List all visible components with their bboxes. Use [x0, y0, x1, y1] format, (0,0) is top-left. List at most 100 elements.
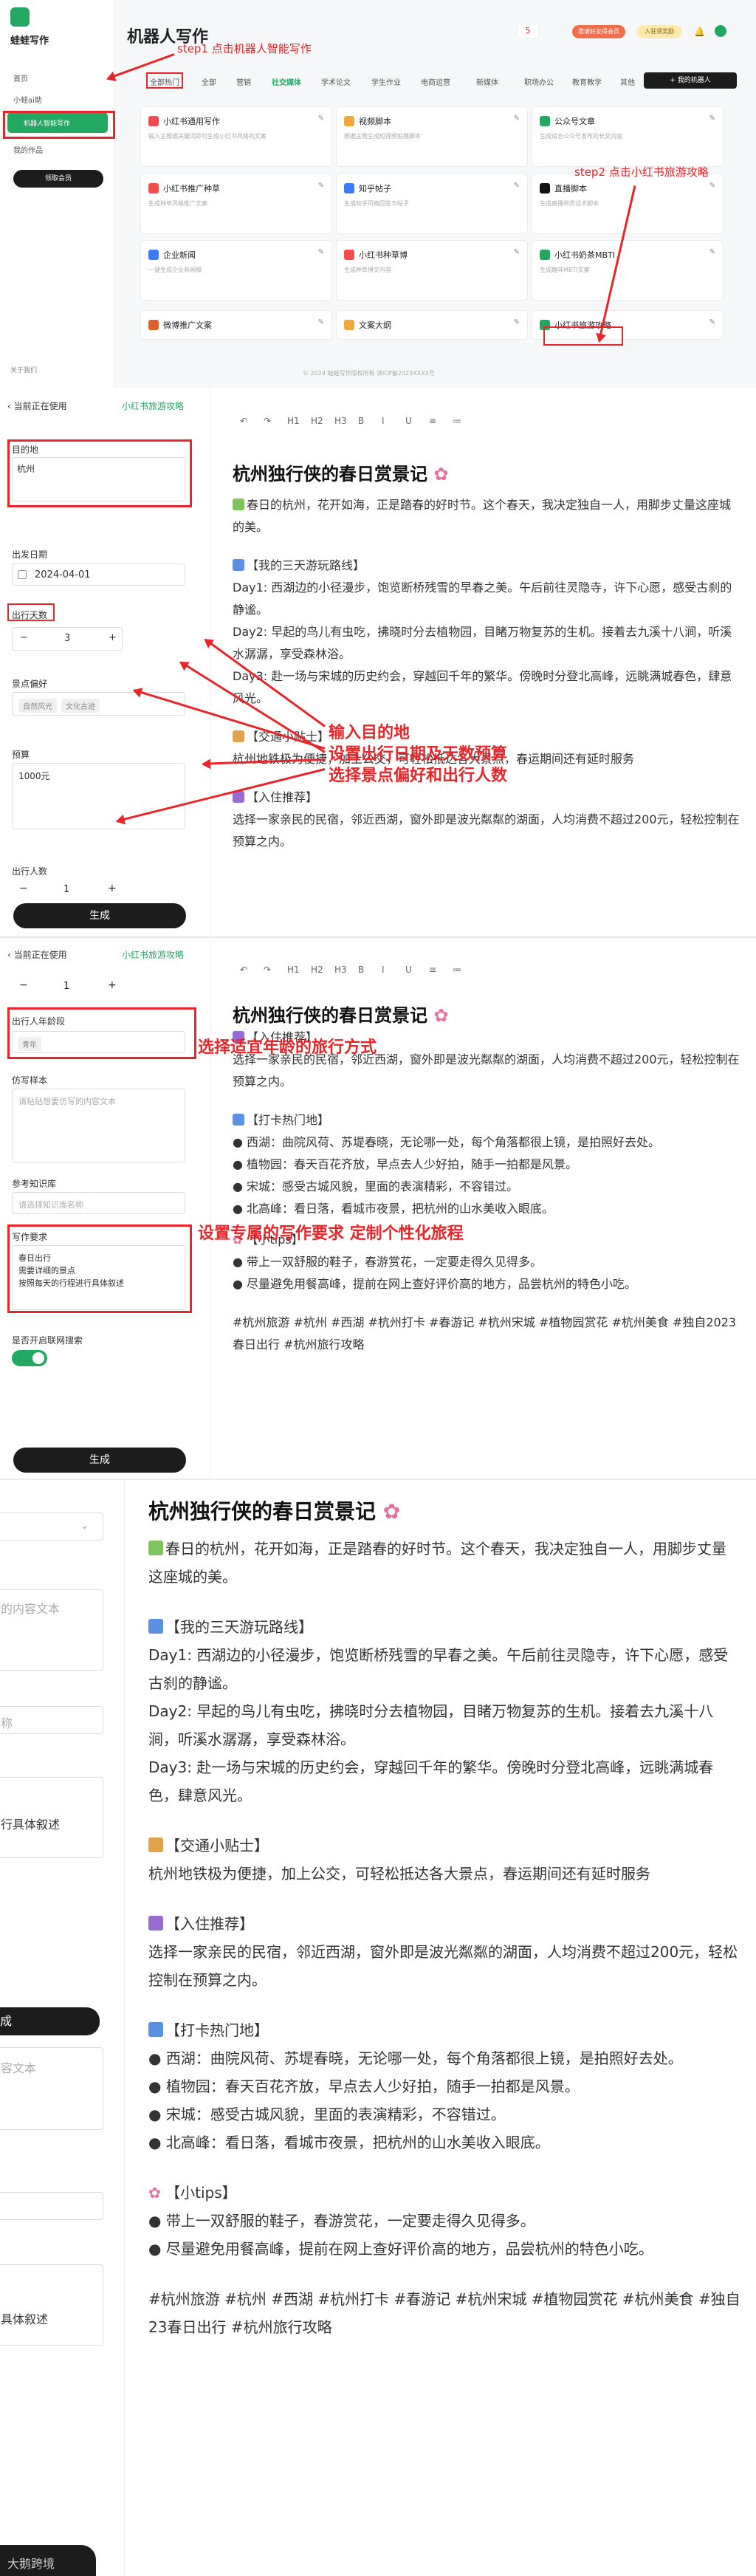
tab-1[interactable]: 全部: [202, 76, 216, 87]
tab-7[interactable]: 新媒体: [476, 76, 498, 87]
tab-2[interactable]: 营销: [236, 76, 251, 87]
toolbar-button[interactable]: ↶: [240, 416, 247, 426]
sidebar-item-works[interactable]: 我的作品: [13, 144, 43, 155]
toolbar-button[interactable]: H3: [334, 965, 347, 975]
pref-tag[interactable]: 自然风光: [18, 699, 57, 713]
about-link[interactable]: 关于我们: [10, 365, 37, 374]
date-field[interactable]: 2024-04-01: [12, 564, 185, 586]
edit-icon[interactable]: ✎: [318, 318, 324, 326]
toolbar-button[interactable]: U: [405, 416, 412, 426]
pref-tag[interactable]: 文化古迹: [61, 699, 100, 713]
toolbar-button[interactable]: B: [358, 416, 364, 426]
toolbar-button[interactable]: ≡: [429, 416, 436, 426]
minus-icon[interactable]: −: [19, 979, 28, 991]
back-link[interactable]: ‹ 当前正在使用: [7, 400, 67, 412]
spot-item: ● 西湖：曲院风荷、苏堤春晓，无论哪一处，每个角落都很上镜，是拍照好去处。: [233, 1135, 661, 1149]
avatar[interactable]: [715, 25, 726, 37]
sidebar-item-home[interactable]: 首页: [13, 72, 28, 83]
toolbar-button[interactable]: B: [358, 965, 364, 975]
card-icon: [148, 116, 159, 126]
sidebar-item-assistant[interactable]: 小蛙ai助: [13, 94, 42, 105]
toolbar-button[interactable]: H1: [287, 965, 300, 975]
toolbar-button[interactable]: ≔: [453, 416, 461, 426]
generate-button[interactable]: 生成: [13, 1448, 186, 1473]
tab-9[interactable]: 教育教学: [572, 76, 602, 87]
edit-icon[interactable]: ✎: [318, 248, 324, 256]
budget-field[interactable]: 1000元: [12, 763, 185, 829]
toolbar-button[interactable]: I: [382, 965, 385, 975]
toolbar-button[interactable]: U: [405, 965, 412, 975]
req-field[interactable]: 具体叙述: [0, 2264, 103, 2346]
kb-select[interactable]: 称: [0, 1706, 103, 1734]
upgrade-button[interactable]: 领取会员: [13, 170, 103, 188]
sample-field[interactable]: 请粘贴想要仿写的内容文本: [12, 1089, 185, 1162]
edit-icon[interactable]: ✎: [709, 182, 715, 190]
toolbar-button[interactable]: H2: [311, 965, 323, 975]
tab-6[interactable]: 电商运营: [421, 76, 450, 87]
toolbar-button[interactable]: H1: [287, 416, 300, 426]
people-stepper[interactable]: − 1 +: [12, 881, 123, 899]
generate-button[interactable]: 成: [0, 2007, 100, 2035]
watermark: 大鹅跨境: [7, 2557, 55, 2571]
new-robot-button[interactable]: + 我的机器人: [644, 72, 737, 89]
edit-icon[interactable]: ✎: [514, 318, 520, 326]
toolbar-button[interactable]: ↷: [264, 416, 271, 426]
toolbar-button[interactable]: ≡: [429, 965, 436, 975]
tab-3[interactable]: 社交媒体: [272, 76, 301, 87]
toolbar-button[interactable]: ↷: [264, 965, 271, 975]
people-stepper[interactable]: − 1 +: [12, 978, 123, 996]
robot-card[interactable]: 小红书推广种草 ✎ 生成种草风格推广文案: [140, 174, 332, 234]
plus-icon[interactable]: +: [108, 883, 117, 894]
web-toggle[interactable]: [12, 1350, 47, 1366]
edit-icon[interactable]: ✎: [709, 248, 715, 256]
plus-icon[interactable]: +: [109, 632, 117, 643]
minus-icon[interactable]: −: [20, 632, 28, 643]
kb-select[interactable]: [0, 2192, 103, 2220]
toolbar-button[interactable]: ↶: [240, 965, 247, 975]
kb-select[interactable]: 请选择知识库名称: [12, 1192, 185, 1214]
tab-4[interactable]: 学术论文: [321, 76, 351, 87]
toolbar-button[interactable]: H2: [311, 416, 323, 426]
edit-icon[interactable]: ✎: [709, 114, 715, 123]
robot-card[interactable]: 公众号文章 ✎ 生成适合公众号发布的长文内容: [532, 106, 724, 167]
toolbar-button[interactable]: I: [382, 416, 385, 426]
days-stepper[interactable]: − 3 +: [12, 627, 123, 651]
edit-icon[interactable]: ✎: [514, 248, 520, 256]
sample-label: 仿写样本: [12, 1075, 48, 1086]
robot-card[interactable]: 视频脚本 ✎ 根据主题生成短视频拍摄脚本: [336, 106, 528, 167]
edit-icon[interactable]: ✎: [318, 114, 324, 123]
generate-button[interactable]: 生成: [13, 903, 186, 928]
edit-icon[interactable]: ✎: [514, 114, 520, 123]
edit-icon[interactable]: ✎: [318, 182, 324, 190]
bell-icon[interactable]: 🔔: [694, 27, 705, 37]
sample-field[interactable]: 的内容文本: [0, 1589, 103, 1671]
req-field[interactable]: 行具体叙述: [0, 1777, 103, 1858]
robot-card[interactable]: 小红书种草博 ✎ 生成种草博文内容: [336, 240, 528, 301]
toolbar-button[interactable]: H3: [334, 416, 347, 426]
minus-icon[interactable]: −: [19, 883, 28, 894]
back-link[interactable]: ‹ 当前正在使用: [7, 948, 67, 961]
robot-card[interactable]: 知乎帖子 ✎ 生成知乎风格回答与帖子: [336, 174, 528, 234]
count-badge[interactable]: 5: [517, 24, 539, 38]
select-field[interactable]: ⌄: [0, 1513, 103, 1541]
toolbar-button[interactable]: ≔: [453, 965, 461, 975]
robot-card[interactable]: 文案大纲 ✎: [336, 310, 528, 340]
card-desc: 生成种草博文内容: [344, 267, 391, 273]
edit-icon[interactable]: ✎: [709, 318, 715, 326]
robot-card[interactable]: 小红书通用写作 ✎ 输入主题或关键词即可生成小红书风格的文案: [140, 106, 332, 167]
robot-card[interactable]: 直播脚本 ✎ 生成直播带货话术脚本: [532, 174, 724, 234]
day2: Day2: 早起的鸟儿有虫吃，拂晓时分去植物园，目睹万物复苏的生机。接着去九溪十…: [233, 625, 732, 661]
plus-icon[interactable]: +: [108, 979, 117, 991]
sample-field[interactable]: 容文本: [0, 2047, 103, 2130]
tab-5[interactable]: 学生作业: [371, 76, 401, 87]
edit-icon[interactable]: ✎: [514, 182, 520, 190]
robot-card[interactable]: 小红书奶茶MBTI ✎ 生成趣味MBTI文案: [532, 240, 724, 301]
robot-card[interactable]: 微博推广文案 ✎: [140, 310, 332, 340]
tab-8[interactable]: 职场办公: [524, 76, 554, 87]
invite-button[interactable]: 邀请好友得会员: [572, 25, 625, 38]
card-desc: 根据主题生成短视频拍摄脚本: [344, 133, 421, 140]
reward-button[interactable]: 入驻领奖励: [636, 25, 682, 38]
pref-select[interactable]: 自然风光 文化古迹: [12, 692, 185, 716]
robot-card[interactable]: 企业新闻 ✎ 一键生成企业新闻稿: [140, 240, 332, 301]
tab-10[interactable]: 其他: [620, 76, 635, 87]
